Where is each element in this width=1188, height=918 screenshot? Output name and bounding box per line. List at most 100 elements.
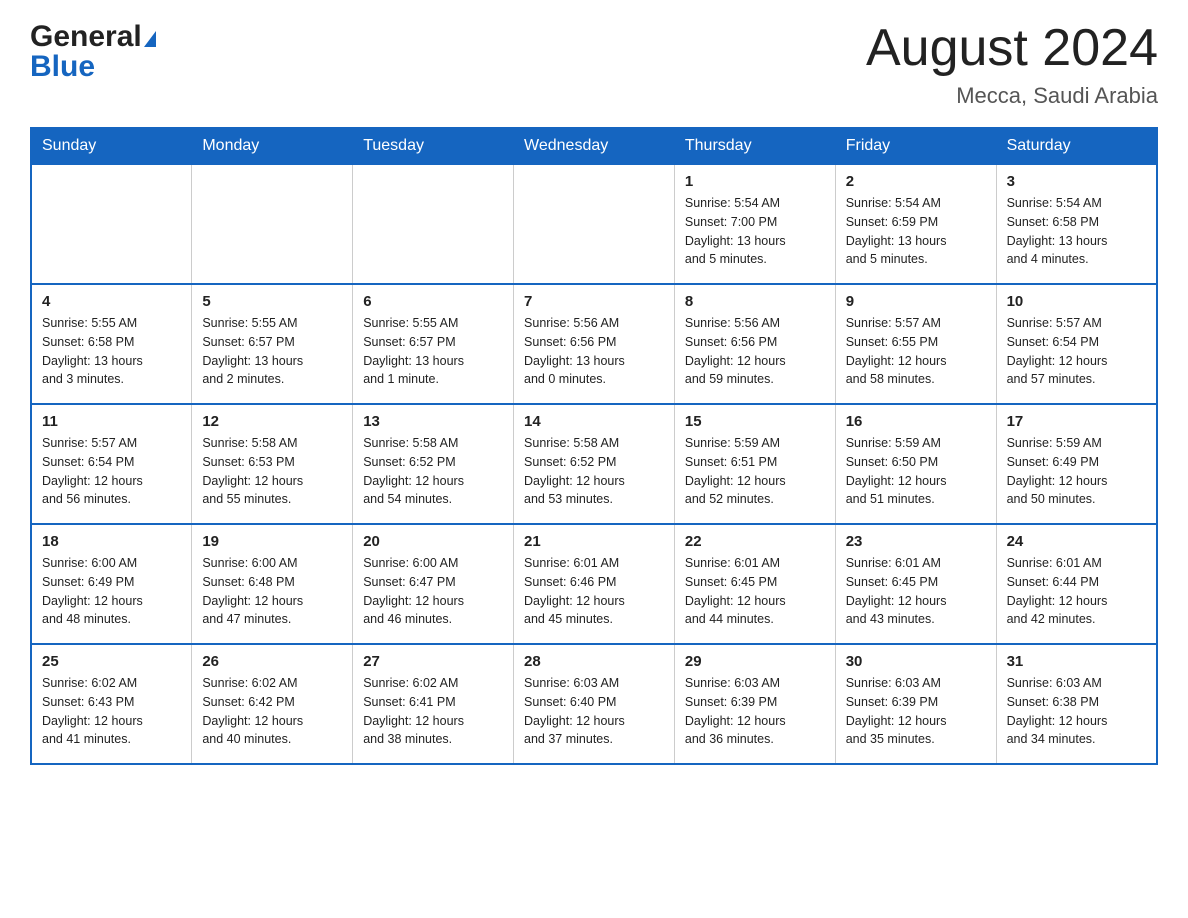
- day-info: Sunrise: 5:57 AMSunset: 6:54 PMDaylight:…: [1007, 314, 1146, 389]
- calendar-cell: 17Sunrise: 5:59 AMSunset: 6:49 PMDayligh…: [996, 404, 1157, 524]
- day-info: Sunrise: 6:03 AMSunset: 6:38 PMDaylight:…: [1007, 674, 1146, 749]
- calendar-cell: 30Sunrise: 6:03 AMSunset: 6:39 PMDayligh…: [835, 644, 996, 764]
- month-year: August 2024: [866, 20, 1158, 77]
- location: Mecca, Saudi Arabia: [866, 83, 1158, 109]
- weekday-header-thursday: Thursday: [674, 128, 835, 164]
- day-info: Sunrise: 6:03 AMSunset: 6:39 PMDaylight:…: [685, 674, 825, 749]
- calendar-cell: 7Sunrise: 5:56 AMSunset: 6:56 PMDaylight…: [514, 284, 675, 404]
- day-info: Sunrise: 6:03 AMSunset: 6:39 PMDaylight:…: [846, 674, 986, 749]
- day-number: 31: [1007, 653, 1146, 670]
- day-number: 23: [846, 533, 986, 550]
- weekday-header-friday: Friday: [835, 128, 996, 164]
- day-number: 21: [524, 533, 664, 550]
- day-info: Sunrise: 5:54 AMSunset: 7:00 PMDaylight:…: [685, 194, 825, 269]
- calendar-week-row: 4Sunrise: 5:55 AMSunset: 6:58 PMDaylight…: [31, 284, 1157, 404]
- calendar-cell: 23 Sunrise: 6:01 AMSunset: 6:45 PMDayligh…: [835, 524, 996, 644]
- calendar-cell: 28 Sunrise: 6:03 AMSunset: 6:40 PMDayligh…: [514, 644, 675, 764]
- day-number: 1: [685, 173, 825, 190]
- calendar-week-row: 18Sunrise: 6:00 AMSunset: 6:49 PMDayligh…: [31, 524, 1157, 644]
- day-number: 15: [685, 413, 825, 430]
- calendar-cell: 26 Sunrise: 6:02 AMSunset: 6:42 PMDayligh…: [192, 644, 353, 764]
- calendar-cell: [514, 164, 675, 284]
- calendar-cell: 18Sunrise: 6:00 AMSunset: 6:49 PMDayligh…: [31, 524, 192, 644]
- title-block: August 2024 Mecca, Saudi Arabia: [866, 20, 1158, 109]
- calendar-cell: 12 Sunrise: 5:58 AMSunset: 6:53 PMDayligh…: [192, 404, 353, 524]
- calendar-cell: 11Sunrise: 5:57 AMSunset: 6:54 PMDayligh…: [31, 404, 192, 524]
- calendar-cell: [192, 164, 353, 284]
- calendar-cell: 1 Sunrise: 5:54 AMSunset: 7:00 PMDaylight…: [674, 164, 835, 284]
- calendar-cell: 5Sunrise: 5:55 AMSunset: 6:57 PMDaylight…: [192, 284, 353, 404]
- day-info: Sunrise: 6:02 AMSunset: 6:41 PMDaylight:…: [363, 674, 503, 749]
- day-number: 16: [846, 413, 986, 430]
- calendar-cell: 27 Sunrise: 6:02 AMSunset: 6:41 PMDayligh…: [353, 644, 514, 764]
- day-info: Sunrise: 6:01 AMSunset: 6:44 PMDaylight:…: [1007, 554, 1146, 629]
- day-info: Sunrise: 5:57 AMSunset: 6:55 PMDaylight:…: [846, 314, 986, 389]
- day-number: 18: [42, 533, 181, 550]
- day-info: Sunrise: 5:58 AMSunset: 6:53 PMDaylight:…: [202, 434, 342, 509]
- day-info: Sunrise: 5:59 AMSunset: 6:51 PMDaylight:…: [685, 434, 825, 509]
- calendar-week-row: 25 Sunrise: 6:02 AMSunset: 6:43 PMDayligh…: [31, 644, 1157, 764]
- day-number: 20: [363, 533, 503, 550]
- day-number: 11: [42, 413, 181, 430]
- day-number: 9: [846, 293, 986, 310]
- logo: General Blue: [30, 20, 156, 84]
- day-info: Sunrise: 5:56 AMSunset: 6:56 PMDaylight:…: [685, 314, 825, 389]
- day-number: 13: [363, 413, 503, 430]
- weekday-header-tuesday: Tuesday: [353, 128, 514, 164]
- day-number: 10: [1007, 293, 1146, 310]
- weekday-header-monday: Monday: [192, 128, 353, 164]
- calendar-cell: 9 Sunrise: 5:57 AMSunset: 6:55 PMDaylight…: [835, 284, 996, 404]
- day-info: Sunrise: 5:58 AMSunset: 6:52 PMDaylight:…: [524, 434, 664, 509]
- day-info: Sunrise: 6:01 AMSunset: 6:46 PMDaylight:…: [524, 554, 664, 629]
- day-number: 28: [524, 653, 664, 670]
- calendar-cell: 14Sunrise: 5:58 AMSunset: 6:52 PMDayligh…: [514, 404, 675, 524]
- page-header: General Blue August 2024 Mecca, Saudi Ar…: [30, 20, 1158, 109]
- day-number: 26: [202, 653, 342, 670]
- calendar-cell: 24Sunrise: 6:01 AMSunset: 6:44 PMDayligh…: [996, 524, 1157, 644]
- day-info: Sunrise: 6:01 AMSunset: 6:45 PMDaylight:…: [846, 554, 986, 629]
- calendar-cell: 21 Sunrise: 6:01 AMSunset: 6:46 PMDayligh…: [514, 524, 675, 644]
- calendar-cell: 13Sunrise: 5:58 AMSunset: 6:52 PMDayligh…: [353, 404, 514, 524]
- logo-general-text: General: [30, 20, 142, 54]
- calendar-cell: 8Sunrise: 5:56 AMSunset: 6:56 PMDaylight…: [674, 284, 835, 404]
- calendar-cell: [353, 164, 514, 284]
- day-info: Sunrise: 6:02 AMSunset: 6:42 PMDaylight:…: [202, 674, 342, 749]
- day-number: 29: [685, 653, 825, 670]
- day-number: 4: [42, 293, 181, 310]
- day-info: Sunrise: 5:54 AMSunset: 6:58 PMDaylight:…: [1007, 194, 1146, 269]
- calendar-cell: 20 Sunrise: 6:00 AMSunset: 6:47 PMDayligh…: [353, 524, 514, 644]
- day-info: Sunrise: 6:03 AMSunset: 6:40 PMDaylight:…: [524, 674, 664, 749]
- day-number: 27: [363, 653, 503, 670]
- calendar-week-row: 1 Sunrise: 5:54 AMSunset: 7:00 PMDaylight…: [31, 164, 1157, 284]
- logo-blue-text: Blue: [30, 50, 95, 83]
- day-number: 17: [1007, 413, 1146, 430]
- day-info: Sunrise: 6:02 AMSunset: 6:43 PMDaylight:…: [42, 674, 181, 749]
- calendar-cell: 22 Sunrise: 6:01 AMSunset: 6:45 PMDayligh…: [674, 524, 835, 644]
- calendar-cell: 25 Sunrise: 6:02 AMSunset: 6:43 PMDayligh…: [31, 644, 192, 764]
- day-info: Sunrise: 5:54 AMSunset: 6:59 PMDaylight:…: [846, 194, 986, 269]
- calendar-cell: 6 Sunrise: 5:55 AMSunset: 6:57 PMDaylight…: [353, 284, 514, 404]
- calendar-cell: 10 Sunrise: 5:57 AMSunset: 6:54 PMDayligh…: [996, 284, 1157, 404]
- day-number: 6: [363, 293, 503, 310]
- day-number: 25: [42, 653, 181, 670]
- day-number: 22: [685, 533, 825, 550]
- day-info: Sunrise: 6:01 AMSunset: 6:45 PMDaylight:…: [685, 554, 825, 629]
- day-number: 19: [202, 533, 342, 550]
- weekday-header-wednesday: Wednesday: [514, 128, 675, 164]
- calendar-cell: 19Sunrise: 6:00 AMSunset: 6:48 PMDayligh…: [192, 524, 353, 644]
- calendar-table: SundayMondayTuesdayWednesdayThursdayFrid…: [30, 127, 1158, 765]
- calendar-cell: 16Sunrise: 5:59 AMSunset: 6:50 PMDayligh…: [835, 404, 996, 524]
- calendar-cell: 15 Sunrise: 5:59 AMSunset: 6:51 PMDayligh…: [674, 404, 835, 524]
- day-info: Sunrise: 5:56 AMSunset: 6:56 PMDaylight:…: [524, 314, 664, 389]
- day-number: 12: [202, 413, 342, 430]
- weekday-header-row: SundayMondayTuesdayWednesdayThursdayFrid…: [31, 128, 1157, 164]
- calendar-cell: 3 Sunrise: 5:54 AMSunset: 6:58 PMDaylight…: [996, 164, 1157, 284]
- weekday-header-sunday: Sunday: [31, 128, 192, 164]
- weekday-header-saturday: Saturday: [996, 128, 1157, 164]
- day-info: Sunrise: 5:55 AMSunset: 6:57 PMDaylight:…: [363, 314, 503, 389]
- calendar-cell: 2 Sunrise: 5:54 AMSunset: 6:59 PMDaylight…: [835, 164, 996, 284]
- day-number: 3: [1007, 173, 1146, 190]
- day-info: Sunrise: 6:00 AMSunset: 6:47 PMDaylight:…: [363, 554, 503, 629]
- calendar-cell: 31 Sunrise: 6:03 AMSunset: 6:38 PMDayligh…: [996, 644, 1157, 764]
- day-number: 2: [846, 173, 986, 190]
